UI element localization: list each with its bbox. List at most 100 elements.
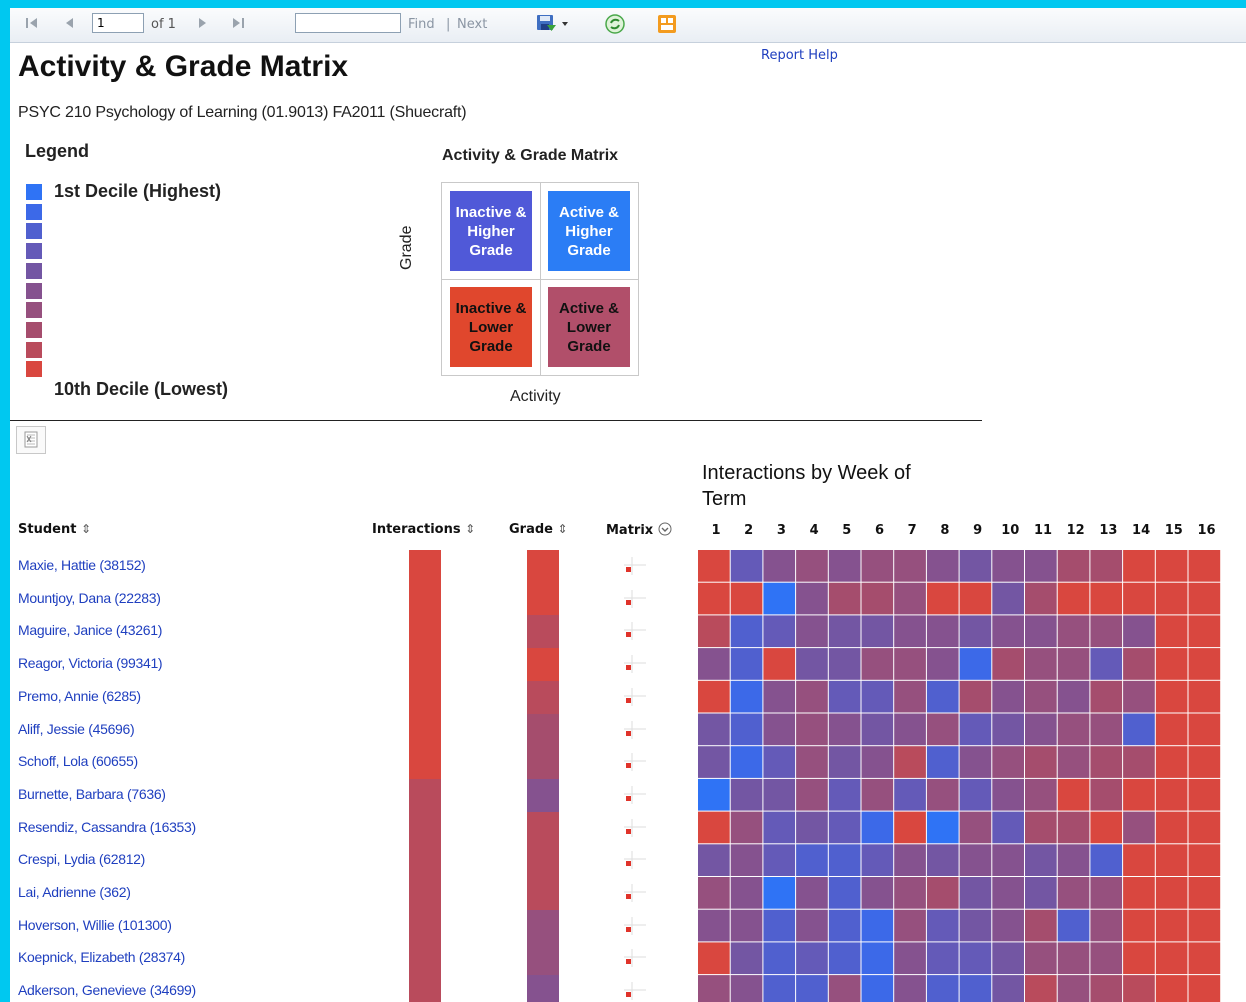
week-activity-cell [992,746,1024,778]
week-activity-cell [698,680,730,713]
grade-decile-cell [527,746,559,780]
interactions-decile-cell [409,746,441,780]
sort-arrows-icon[interactable]: ⇕ [558,522,568,536]
week-activity-cell [992,615,1024,648]
week-activity-cell [730,680,763,713]
week-activity-cell [828,877,861,909]
student-name-link[interactable]: Maguire, Janice (43261) [18,622,162,638]
student-name-link[interactable]: Reagor, Victoria (99341) [18,655,163,671]
matrix-position-marker[interactable] [622,655,646,674]
student-name-link[interactable]: Crespi, Lydia (62812) [18,851,145,867]
student-name-link[interactable]: Maxie, Hattie (38152) [18,557,146,573]
matrix-position-marker[interactable] [622,916,646,935]
circle-chevron-down-icon[interactable] [658,522,672,536]
week-activity-cell [1090,844,1123,876]
excel-export-icon[interactable] [16,426,46,454]
week-activity-cell [1155,909,1188,942]
matrix-position-marker[interactable] [622,851,646,870]
week-activity-cell [861,909,894,942]
page-number-input[interactable] [92,13,144,33]
week-activity-cell [1057,713,1090,746]
interactions-decile-cell [409,909,441,943]
week-activity-cell [828,648,861,680]
week-activity-cell [796,648,828,680]
grade-decile-cell [527,942,559,976]
week-activity-cell [894,778,926,811]
sort-arrows-icon[interactable]: ⇕ [81,522,91,536]
student-name-link[interactable]: Resendiz, Cassandra (16353) [18,819,196,835]
week-activity-cell [894,877,926,909]
sort-arrows-icon[interactable]: ⇕ [465,522,475,536]
matrix-position-marker[interactable] [622,589,646,608]
student-name-link[interactable]: Adkerson, Genevieve (34699) [18,982,196,998]
week-activity-cell [1025,909,1057,942]
find-next-link[interactable]: Next [457,17,487,32]
matrix-position-marker[interactable] [622,982,646,1001]
grade-column-header[interactable]: Grade ⇕ [509,522,568,537]
week-activity-cell [1123,582,1155,615]
save-export-icon[interactable] [536,13,572,37]
matrix-position-marker[interactable] [622,687,646,706]
week-activity-cell [992,909,1024,942]
interactions-decile-cell [409,811,441,845]
quadrant-label: Lower [566,318,612,336]
matrix-position-marker[interactable] [622,622,646,641]
student-name-link[interactable]: Aliff, Jessie (45696) [18,721,135,737]
student-name-link[interactable]: Hoverson, Willie (101300) [18,917,172,933]
next-page-icon[interactable] [194,15,210,35]
first-page-icon[interactable] [24,15,40,35]
matrix-position-marker[interactable] [622,557,646,575]
matrix-position-marker[interactable] [622,818,646,837]
interactions-column-header[interactable]: Interactions ⇕ [372,522,475,537]
student-name-link[interactable]: Schoff, Lola (60655) [18,753,138,769]
matrix-position-marker[interactable] [622,949,646,968]
interactions-decile-cell [409,844,441,878]
week-activity-cell [861,844,894,876]
student-name-link[interactable]: Lai, Adrienne (362) [18,884,131,900]
grade-decile-cell [527,811,559,845]
week-activity-cell [796,713,828,746]
interactions-decile-cell [409,877,441,910]
week-activity-cell [1025,975,1057,1002]
matrix-position-marker[interactable] [622,884,646,902]
last-page-icon[interactable] [230,15,246,35]
legend-swatch-decile-6 [26,282,42,299]
print-layout-icon[interactable] [656,13,678,39]
week-activity-cell [926,680,959,713]
column-label: Grade [509,522,553,537]
week-activity-cell [1155,877,1188,909]
week-header: 16 [1197,523,1216,538]
refresh-icon[interactable] [604,13,626,39]
quadrant-label: Inactive & [455,203,527,221]
student-name-link[interactable]: Burnette, Barbara (7636) [18,786,166,802]
matrix-position-marker[interactable] [622,785,646,804]
matrix-column-header[interactable]: Matrix [606,522,672,538]
week-activity-cell [1057,942,1090,975]
week-activity-cell [959,680,992,713]
find-link[interactable]: Find [408,17,435,32]
grade-decile-cell [527,582,559,616]
student-name-link[interactable]: Premo, Annie (6285) [18,688,141,704]
week-activity-cell [1057,615,1090,648]
student-name-link[interactable]: Koepnick, Elizabeth (28374) [18,949,185,965]
student-name-link[interactable]: Mountjoy, Dana (22283) [18,590,161,606]
quadrant-label: Inactive & [455,299,527,317]
week-header: 5 [842,523,852,538]
find-input[interactable] [295,13,401,33]
week-activity-cell [1155,713,1188,746]
matrix-position-marker[interactable] [622,720,646,739]
legend-title: Legend [25,141,90,161]
week-activity-cell [698,550,730,582]
report-help-link[interactable]: Report Help [761,48,838,63]
course-subtitle: PSYC 210 Psychology of Learning (01.9013… [18,104,467,121]
week-activity-cell [730,975,763,1002]
week-activity-cell [894,844,926,876]
week-activity-cell [1090,648,1123,680]
week-activity-cell [1057,778,1090,811]
week-activity-cell [828,713,861,746]
week-activity-cell [796,615,828,648]
matrix-position-marker[interactable] [622,753,646,772]
prev-page-icon[interactable] [62,15,78,35]
student-column-header[interactable]: Student ⇕ [18,522,91,537]
week-activity-cell [1188,746,1221,778]
